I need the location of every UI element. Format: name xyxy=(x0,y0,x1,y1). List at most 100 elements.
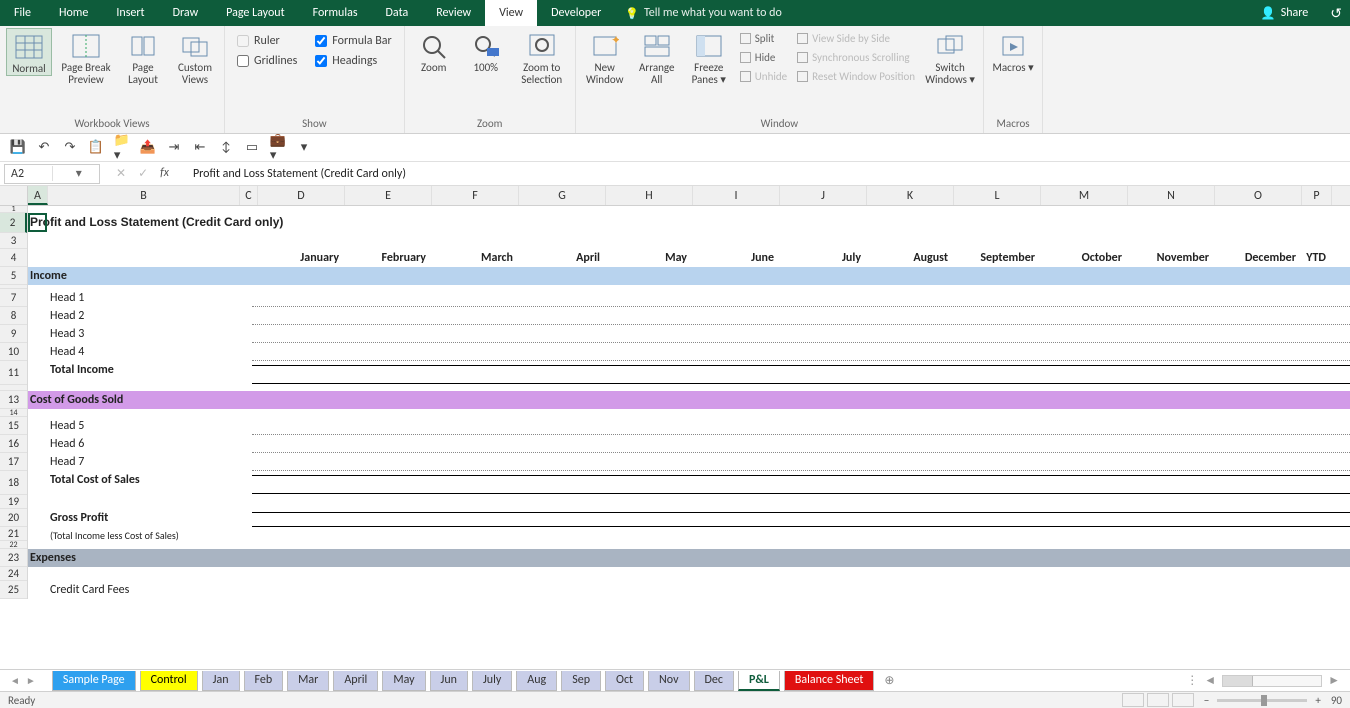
page-layout-view-button[interactable]: Page Layout xyxy=(120,28,166,86)
qat-customize-icon[interactable]: ▾ xyxy=(296,140,312,156)
col-header-P[interactable]: P xyxy=(1302,186,1332,205)
col-header-B[interactable]: B xyxy=(48,186,240,205)
row-header-21[interactable]: 21 xyxy=(0,527,27,541)
menu-insert[interactable]: Insert xyxy=(102,0,158,26)
month-YTD[interactable]: YTD xyxy=(1302,249,1332,267)
menu-view[interactable]: View xyxy=(485,0,537,26)
row-header-17[interactable]: 17 xyxy=(0,453,27,471)
name-box-dropdown-icon[interactable]: ▾ xyxy=(52,166,100,181)
row-header-23[interactable]: 23 xyxy=(0,549,27,567)
zoom-100-button[interactable]: 100% xyxy=(463,28,509,74)
menu-page-layout[interactable]: Page Layout xyxy=(212,0,298,26)
qat-icon-7[interactable]: ▭ xyxy=(244,140,260,156)
row-header-20[interactable]: 20 xyxy=(0,509,27,527)
cell[interactable] xyxy=(28,435,48,453)
cell[interactable] xyxy=(28,417,48,435)
income-head[interactable]: Head 3 xyxy=(48,325,240,343)
qat-icon-5[interactable]: ⇤ xyxy=(192,140,208,156)
normal-view-button[interactable]: Normal xyxy=(6,28,52,76)
col-header-O[interactable]: O xyxy=(1215,186,1302,205)
total-cost-of-sales[interactable]: Total Cost of Sales xyxy=(48,471,240,495)
formula-bar-checkbox[interactable]: Formula Bar xyxy=(315,34,391,48)
view-page-break-icon[interactable] xyxy=(1172,693,1194,707)
view-normal-icon[interactable] xyxy=(1122,693,1144,707)
sheet-tab-feb[interactable]: Feb xyxy=(244,671,284,691)
col-header-I[interactable]: I xyxy=(693,186,780,205)
switch-windows-button[interactable]: Switch Windows ▾ xyxy=(923,28,977,86)
redo-icon[interactable]: ↷ xyxy=(62,140,78,156)
hide-button[interactable]: Hide xyxy=(738,49,789,66)
select-all-corner[interactable] xyxy=(0,186,28,205)
cell[interactable] xyxy=(28,527,48,541)
row-header-2[interactable]: 2 xyxy=(0,213,27,233)
sheet-tab-oct[interactable]: Oct xyxy=(605,671,644,691)
month-January[interactable]: January xyxy=(258,249,345,267)
row-header-9[interactable]: 9 xyxy=(0,325,27,343)
cell[interactable] xyxy=(28,509,48,527)
worksheet-grid[interactable]: 12345789101113141516171819202122232425 P… xyxy=(0,206,1350,655)
arrange-all-button[interactable]: Arrange All xyxy=(634,28,680,86)
cell[interactable] xyxy=(28,471,48,495)
sheet-tab-p-l[interactable]: P&L xyxy=(738,671,780,691)
cogs-head[interactable]: Head 5 xyxy=(48,417,240,435)
col-header-G[interactable]: G xyxy=(519,186,606,205)
sheet-tab-sample-page[interactable]: Sample Page xyxy=(52,671,136,691)
month-September[interactable]: September xyxy=(954,249,1041,267)
ruler-checkbox[interactable]: Ruler xyxy=(237,34,297,48)
month-February[interactable]: February xyxy=(345,249,432,267)
headings-checkbox[interactable]: Headings xyxy=(315,54,391,68)
sheet-tab-may[interactable]: May xyxy=(382,671,425,691)
macros-button[interactable]: Macros ▾ xyxy=(990,28,1036,74)
section-expenses[interactable]: Expenses xyxy=(28,549,1332,567)
cell-blank[interactable] xyxy=(28,249,258,267)
hscroll-left-icon[interactable]: ◄ xyxy=(1204,673,1216,688)
qat-icon-1[interactable]: 📋 xyxy=(88,140,104,156)
income-head[interactable]: Head 4 xyxy=(48,343,240,361)
row-header-18[interactable]: 18 xyxy=(0,471,27,495)
sheet-tab-aug[interactable]: Aug xyxy=(516,671,557,691)
cell[interactable] xyxy=(28,453,48,471)
month-July[interactable]: July xyxy=(780,249,867,267)
menu-data[interactable]: Data xyxy=(372,0,423,26)
qat-icon-4[interactable]: ⇥ xyxy=(166,140,182,156)
col-header-K[interactable]: K xyxy=(867,186,954,205)
month-June[interactable]: June xyxy=(693,249,780,267)
reset-window-position-button[interactable]: Reset Window Position xyxy=(795,68,917,85)
sheet-tab-july[interactable]: July xyxy=(472,671,512,691)
undo-icon[interactable]: ↶ xyxy=(36,140,52,156)
month-December[interactable]: December xyxy=(1215,249,1302,267)
touch-mode-icon[interactable]: ↺ xyxy=(1322,5,1350,22)
title-cell[interactable]: Profit and Loss Statement (Credit Card o… xyxy=(28,213,1332,233)
hscroll-right-icon[interactable]: ► xyxy=(1328,673,1340,688)
col-header-E[interactable]: E xyxy=(345,186,432,205)
menu-file[interactable]: File xyxy=(0,0,45,26)
sheet-tab-dec[interactable]: Dec xyxy=(694,671,734,691)
zoom-button[interactable]: Zoom xyxy=(411,28,457,74)
sheet-tab-nov[interactable]: Nov xyxy=(648,671,689,691)
cogs-head[interactable]: Head 6 xyxy=(48,435,240,453)
pad[interactable] xyxy=(28,343,48,361)
col-header-D[interactable]: D xyxy=(258,186,345,205)
row-header-4[interactable]: 4 xyxy=(0,249,27,267)
gross-profit-sub[interactable]: (Total Income less Cost of Sales) xyxy=(48,527,345,541)
col-header-A[interactable]: A xyxy=(28,186,48,205)
zoom-in-icon[interactable]: + xyxy=(1315,694,1320,707)
cancel-icon[interactable]: ✕ xyxy=(116,166,126,181)
unhide-button[interactable]: Unhide xyxy=(738,68,789,85)
formula-input[interactable]: Profit and Loss Statement (Credit Card o… xyxy=(181,167,1350,181)
view-page-layout-icon[interactable] xyxy=(1147,693,1169,707)
menu-draw[interactable]: Draw xyxy=(159,0,213,26)
month-April[interactable]: April xyxy=(519,249,606,267)
income-head[interactable]: Head 1 xyxy=(48,289,240,307)
column-headers[interactable]: ABCDEFGHIJKLMNOP xyxy=(0,186,1350,206)
pad[interactable] xyxy=(28,325,48,343)
row-header-25[interactable]: 25 xyxy=(0,581,27,599)
row-header-10[interactable]: 10 xyxy=(0,343,27,361)
qat-icon-6[interactable]: ↕ xyxy=(218,140,234,156)
month-October[interactable]: October xyxy=(1041,249,1128,267)
sheet-tab-control[interactable]: Control xyxy=(140,671,198,691)
gridlines-checkbox[interactable]: Gridlines xyxy=(237,54,297,68)
custom-views-button[interactable]: Custom Views xyxy=(172,28,218,86)
expense-credit-card-fees[interactable]: Credit Card Fees xyxy=(48,581,240,599)
zoom-to-selection-button[interactable]: Zoom to Selection xyxy=(515,28,569,86)
